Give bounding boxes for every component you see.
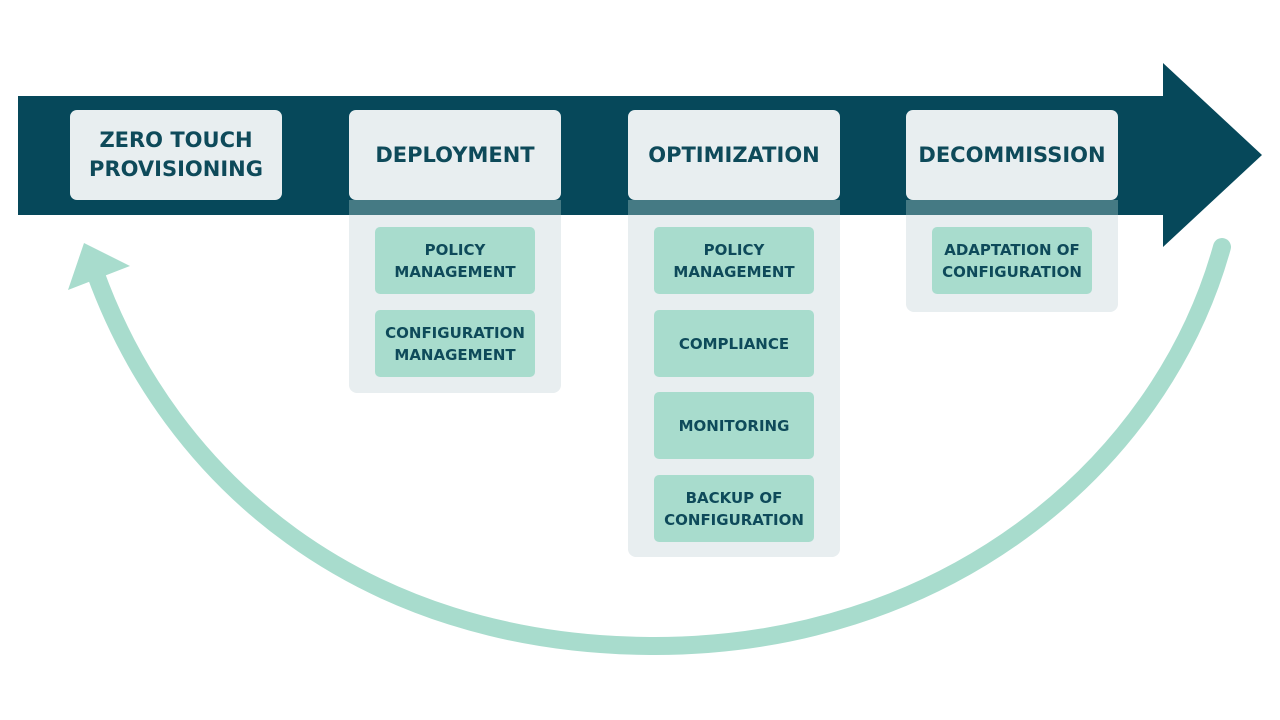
decommission-panel: ADAPTATION OF CONFIGURATION: [906, 200, 1118, 312]
item-policy-management: POLICY MANAGEMENT: [375, 227, 535, 294]
deployment-panel: POLICY MANAGEMENT CONFIGURATION MANAGEME…: [349, 200, 561, 393]
item-monitoring: MONITORING: [654, 392, 814, 459]
item-policy-management: POLICY MANAGEMENT: [654, 227, 814, 294]
item-compliance: COMPLIANCE: [654, 310, 814, 377]
optimization-panel: POLICY MANAGEMENT COMPLIANCE MONITORING …: [628, 200, 840, 557]
item-adaptation-of-configuration: ADAPTATION OF CONFIGURATION: [932, 227, 1092, 294]
stage-optimization: OPTIMIZATION: [628, 110, 840, 200]
stage-deployment: DEPLOYMENT: [349, 110, 561, 200]
stage-zero-touch-provisioning: ZERO TOUCH PROVISIONING: [70, 110, 282, 200]
item-backup-of-configuration: BACKUP OF CONFIGURATION: [654, 475, 814, 542]
item-configuration-management: CONFIGURATION MANAGEMENT: [375, 310, 535, 377]
stage-decommission: DECOMMISSION: [906, 110, 1118, 200]
